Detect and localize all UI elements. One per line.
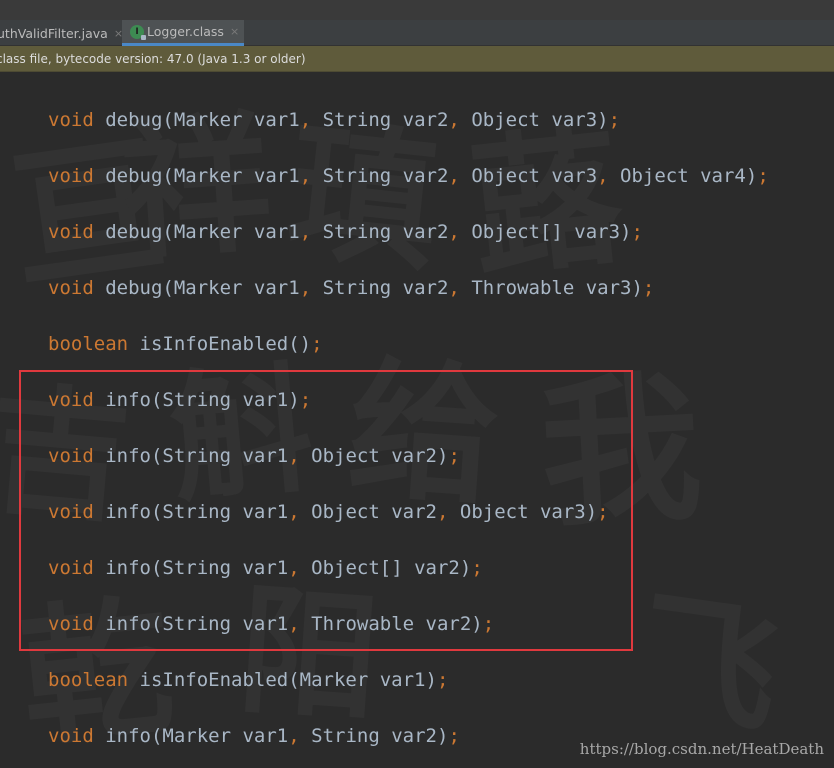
editor-tab-bar: uthValidFilter.java × I Logger.class × — [0, 20, 834, 46]
close-paren: ) — [597, 109, 609, 131]
return-type: void — [48, 277, 94, 299]
code-line[interactable]: void debug(Marker var1, String var2, Obj… — [48, 108, 620, 132]
semicolon: ; — [311, 333, 323, 355]
method-name: isInfoEnabled( — [128, 333, 300, 355]
param-separator: , — [299, 165, 323, 187]
param-separator: , — [448, 277, 472, 299]
parameter: Throwable var3 — [471, 277, 632, 299]
return-type: void — [48, 165, 94, 187]
semicolon: ; — [608, 109, 621, 131]
parameter: String var2 — [322, 221, 449, 243]
parameter: String var2 — [311, 725, 437, 747]
method-name: debug( — [93, 277, 174, 299]
return-type: void — [48, 725, 94, 747]
param-separator: , — [299, 109, 323, 131]
parameter: Marker var1 — [173, 109, 300, 131]
parameter: String var2 — [322, 109, 449, 131]
param-separator: , — [299, 221, 323, 243]
close-paren: ) — [436, 725, 449, 747]
parameter: Marker var1 — [173, 277, 300, 299]
close-paren: ) — [745, 165, 758, 187]
close-icon[interactable]: × — [230, 25, 239, 38]
parameter: Object var4 — [620, 165, 746, 187]
tab-label: Logger.class — [147, 24, 224, 39]
code-line[interactable]: void debug(Marker var1, String var2, Obj… — [48, 164, 769, 188]
return-type: boolean — [48, 669, 129, 691]
param-separator: , — [448, 109, 472, 131]
return-type: void — [48, 221, 94, 243]
tab-label: uthValidFilter.java — [0, 25, 108, 41]
param-separator: , — [448, 165, 472, 187]
semicolon: ; — [448, 725, 460, 747]
code-line[interactable]: void debug(Marker var1, String var2, Thr… — [48, 276, 654, 300]
notice-text: class file, bytecode version: 47.0 (Java… — [0, 51, 306, 66]
code-line[interactable]: boolean isInfoEnabled(); — [48, 332, 323, 356]
close-paren: ) — [299, 333, 312, 355]
method-name: info( — [93, 725, 163, 747]
parameter: Object var3 — [471, 109, 598, 131]
close-paren: ) — [620, 221, 632, 243]
window-top-strip — [0, 0, 834, 20]
close-paren: ) — [425, 669, 437, 691]
return-type: void — [48, 109, 94, 131]
semicolon: ; — [642, 277, 655, 299]
method-name: debug( — [93, 165, 174, 187]
parameter: Object var3 — [471, 165, 598, 187]
semicolon: ; — [757, 165, 769, 187]
highlight-box-info-methods — [19, 370, 633, 651]
code-editor[interactable]: 亘 祥 瑱 蕗 吉 斛 给 我 乾 阳 飞 void debug(Marker … — [0, 72, 834, 768]
parameter: String var2 — [322, 277, 449, 299]
parameter: Object[] var3 — [471, 221, 621, 243]
param-separator: , — [448, 221, 472, 243]
return-type: boolean — [48, 333, 129, 355]
class-file-icon: I — [130, 24, 146, 40]
method-name: debug( — [93, 109, 174, 131]
parameter: Marker var1 — [173, 165, 300, 187]
code-line[interactable]: void info(Marker var1, String var2); — [48, 724, 460, 748]
parameter: Marker var1 — [162, 725, 289, 747]
param-separator: , — [597, 165, 621, 187]
parameter: Marker var1 — [299, 669, 426, 691]
parameter: Marker var1 — [173, 221, 300, 243]
close-paren: ) — [631, 277, 643, 299]
blog-url-watermark: https://blog.csdn.net/HeatDeath — [579, 740, 824, 758]
param-separator: , — [299, 277, 323, 299]
param-separator: , — [288, 725, 312, 747]
parameter: String var2 — [322, 165, 449, 187]
decompiled-class-notice: class file, bytecode version: 47.0 (Java… — [0, 46, 834, 72]
tab-logger-class[interactable]: I Logger.class × — [122, 20, 244, 46]
semicolon: ; — [631, 221, 643, 243]
method-name: isInfoEnabled( — [128, 669, 300, 691]
semicolon: ; — [436, 669, 449, 691]
code-line[interactable]: boolean isInfoEnabled(Marker var1); — [48, 668, 448, 692]
method-name: debug( — [93, 221, 174, 243]
tab-auth-valid-filter[interactable]: uthValidFilter.java × — [0, 20, 123, 46]
code-line[interactable]: void debug(Marker var1, String var2, Obj… — [48, 220, 643, 244]
